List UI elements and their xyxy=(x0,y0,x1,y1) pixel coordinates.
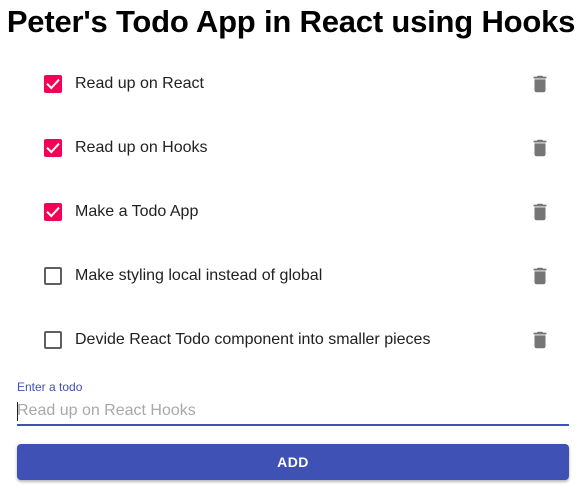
todo-text: Read up on React xyxy=(75,75,204,92)
add-button[interactable]: ADD xyxy=(17,444,569,480)
page-title: Peter's Todo App in React using Hooks xyxy=(6,4,576,39)
todo-app: Peter's Todo App in React using Hooks Re… xyxy=(0,0,582,492)
text-caret xyxy=(17,402,18,421)
delete-button[interactable] xyxy=(527,71,553,97)
delete-button[interactable] xyxy=(527,135,553,161)
delete-button[interactable] xyxy=(527,199,553,225)
todo-text: Read up on Hooks xyxy=(75,139,208,156)
trash-icon xyxy=(533,139,547,157)
todo-text: Make styling local instead of global xyxy=(75,267,323,284)
delete-button[interactable] xyxy=(527,263,553,289)
todo-text: Make a Todo App xyxy=(75,203,199,220)
todo-checkbox[interactable] xyxy=(44,75,62,93)
delete-button[interactable] xyxy=(527,327,553,353)
list-item: Make styling local instead of global xyxy=(0,244,582,308)
todo-checkbox[interactable] xyxy=(44,267,62,285)
check-icon xyxy=(46,206,60,218)
todo-text: Devide React Todo component into smaller… xyxy=(75,331,431,348)
todo-list: Read up on React Read up on Hooks Make a… xyxy=(0,52,582,372)
todo-checkbox[interactable] xyxy=(44,331,62,349)
todo-checkbox[interactable] xyxy=(44,139,62,157)
check-icon xyxy=(46,142,60,154)
trash-icon xyxy=(533,331,547,349)
list-item: Make a Todo App xyxy=(0,180,582,244)
todo-input-label: Enter a todo xyxy=(17,380,83,394)
list-item: Read up on Hooks xyxy=(0,116,582,180)
trash-icon xyxy=(533,203,547,221)
todo-input[interactable] xyxy=(17,398,569,426)
list-item: Devide React Todo component into smaller… xyxy=(0,308,582,372)
trash-icon xyxy=(533,75,547,93)
trash-icon xyxy=(533,267,547,285)
list-item: Read up on React xyxy=(0,52,582,116)
todo-checkbox[interactable] xyxy=(44,203,62,221)
check-icon xyxy=(46,78,60,90)
